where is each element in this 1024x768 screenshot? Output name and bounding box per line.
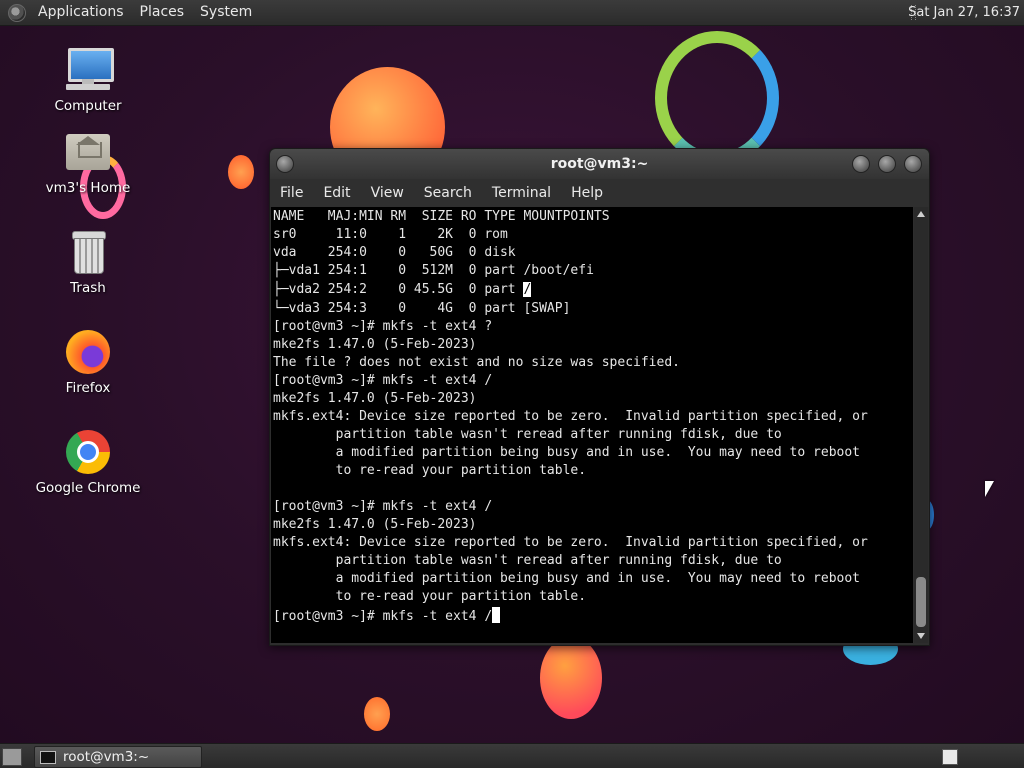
desktop-icon-label: Firefox xyxy=(65,380,111,396)
menu-view[interactable]: View xyxy=(361,185,414,201)
menu-edit[interactable]: Edit xyxy=(313,185,360,201)
window-menu-icon[interactable] xyxy=(276,155,294,173)
distro-logo-icon[interactable] xyxy=(8,3,26,22)
applications-menu[interactable]: Applications xyxy=(30,0,132,25)
decor-bottom-small xyxy=(364,697,390,731)
prompt-text: [root@vm3 ~]# mkfs -t ext4 / xyxy=(273,609,493,624)
clock[interactable]: Sat Jan 27, 16:37 xyxy=(908,0,1020,25)
desktop-icon-home[interactable]: vm3's Home xyxy=(28,128,148,196)
computer-icon xyxy=(64,46,114,94)
desktop-icon-label: Google Chrome xyxy=(35,480,141,496)
firefox-icon xyxy=(64,328,112,376)
scroll-up-icon[interactable] xyxy=(917,211,925,217)
menu-search[interactable]: Search xyxy=(414,185,482,201)
window-title: root@vm3:~ xyxy=(550,156,649,172)
highlight-line-prefix: ├─vda2 254:2 0 45.5G 0 part xyxy=(273,282,524,297)
terminal-icon xyxy=(40,751,56,764)
terminal-prompt-line[interactable]: [root@vm3 ~]# mkfs -t ext4 / xyxy=(271,606,913,626)
terminal-highlight-line: ├─vda2 254:2 0 45.5G 0 part / xyxy=(271,280,913,299)
taskbar-terminal-button[interactable]: root@vm3:~ xyxy=(34,746,202,768)
text-cursor xyxy=(492,607,501,623)
places-menu[interactable]: Places xyxy=(132,0,193,25)
show-desktop-icon[interactable] xyxy=(2,748,22,766)
workspace-switcher[interactable] xyxy=(942,749,958,765)
desktop-icon-firefox[interactable]: Firefox xyxy=(28,328,148,396)
mouse-pointer-icon xyxy=(985,481,994,497)
chrome-icon xyxy=(64,428,112,476)
selected-text: / xyxy=(523,282,532,297)
terminal-menubar: File Edit View Search Terminal Help xyxy=(270,179,929,207)
desktop-icon-label: vm3's Home xyxy=(45,180,131,196)
maximize-icon[interactable] xyxy=(878,155,896,173)
scroll-down-icon[interactable] xyxy=(917,633,925,639)
terminal-lines-after: └─vda3 254:3 0 4G 0 part [SWAP] [root@vm… xyxy=(273,301,868,604)
trash-icon xyxy=(64,228,112,276)
menu-help[interactable]: Help xyxy=(561,185,613,201)
terminal-window: root@vm3:~ File Edit View Search Termina… xyxy=(269,148,930,646)
desktop-icon-computer[interactable]: Computer xyxy=(28,46,148,114)
scroll-thumb[interactable] xyxy=(916,577,926,627)
desktop-icon-chrome[interactable]: Google Chrome xyxy=(28,428,148,496)
desktop-icon-label: Computer xyxy=(54,98,122,114)
menu-file[interactable]: File xyxy=(270,185,313,201)
terminal-lines-before: NAME MAJ:MIN RM SIZE RO TYPE MOUNTPOINTS… xyxy=(273,209,610,278)
home-folder-icon xyxy=(64,128,112,176)
taskbar-label: root@vm3:~ xyxy=(63,749,150,765)
window-titlebar[interactable]: root@vm3:~ xyxy=(270,149,929,179)
decor-ring xyxy=(655,31,779,165)
terminal-output[interactable]: NAME MAJ:MIN RM SIZE RO TYPE MOUNTPOINTS… xyxy=(271,207,913,643)
system-menu[interactable]: System xyxy=(192,0,260,25)
desktop-icon-trash[interactable]: Trash xyxy=(28,228,148,296)
minimize-icon[interactable] xyxy=(852,155,870,173)
decor-small-orange xyxy=(228,155,254,189)
bottom-panel: root@vm3:~ xyxy=(0,743,1024,768)
menu-terminal[interactable]: Terminal xyxy=(482,185,561,201)
close-icon[interactable] xyxy=(904,155,922,173)
terminal-scrollbar[interactable] xyxy=(914,207,928,643)
top-panel: Applications Places System Sat Jan 27, 1… xyxy=(0,0,1024,26)
desktop-icon-label: Trash xyxy=(70,280,106,296)
decor-bottom-orange xyxy=(540,637,602,719)
